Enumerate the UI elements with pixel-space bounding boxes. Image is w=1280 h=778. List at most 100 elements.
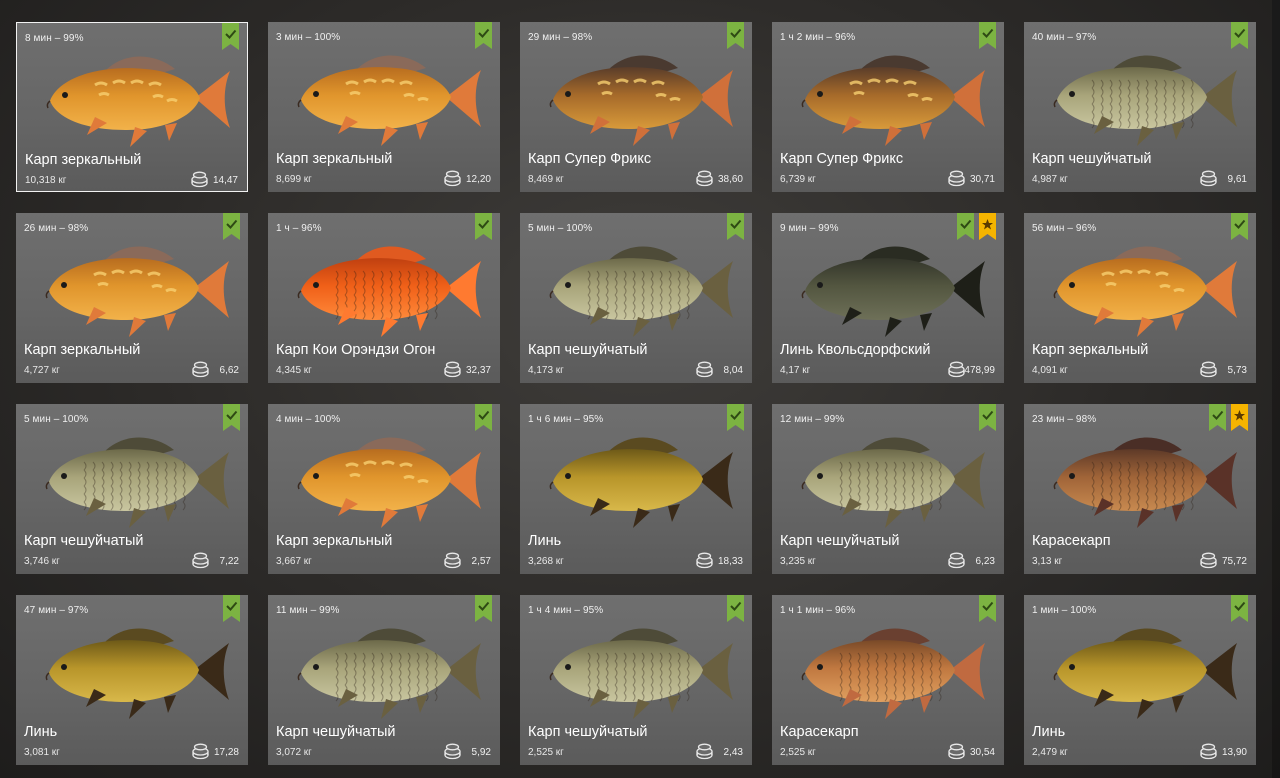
fish-image: [549, 628, 733, 719]
check-icon: [1231, 213, 1248, 240]
fish-name: Линь Квольсдорфский: [780, 342, 931, 358]
fish-price: 18,33: [717, 556, 743, 567]
check-icon: [475, 213, 492, 240]
catch-time-quality: 12 мин – 99%: [780, 414, 845, 425]
fish-price: 9,61: [1227, 174, 1247, 185]
fish-card[interactable]: 29 мин – 98% Карп Супер Фрикс 8,469 кг 3…: [520, 22, 752, 192]
fish-card[interactable]: 8 мин – 99% Карп зеркальный 10,318 кг 14…: [16, 22, 248, 192]
fish-image: [1053, 55, 1237, 146]
fish-card[interactable]: 1 ч 2 мин – 96% Карп Супер Фрикс 6,739 к…: [772, 22, 1004, 192]
fish-card[interactable]: 56 мин – 96% Карп зеркальный 4,091 кг 5,…: [1024, 213, 1256, 383]
coins-icon: [444, 743, 461, 760]
fish-weight: 10,318 кг: [25, 175, 67, 186]
catch-time-quality: 29 мин – 98%: [528, 32, 593, 43]
fish-name: Карп Кои Орэндзи Огон: [276, 342, 436, 358]
fish-image: [1053, 246, 1237, 337]
fish-name: Карп чешуйчатый: [1032, 151, 1152, 167]
coins-icon: [948, 361, 965, 378]
coins-icon: [696, 361, 713, 378]
fish-weight: 3,667 кг: [276, 556, 312, 567]
check-icon: [1231, 22, 1248, 49]
fish-card[interactable]: 5 мин – 100% Карп чешуйчатый 4,173 кг 8,…: [520, 213, 752, 383]
fish-price: 32,37: [465, 365, 491, 376]
fish-price: 2,57: [471, 556, 491, 567]
fish-card[interactable]: 5 мин – 100% Карп чешуйчатый 3,746 кг 7,…: [16, 404, 248, 574]
fish-card[interactable]: 23 мин – 98% Карасекарп 3,13 кг 75,72: [1024, 404, 1256, 574]
check-icon: [957, 213, 974, 240]
fish-price: 75,72: [1221, 556, 1247, 567]
coins-icon: [192, 361, 209, 378]
fish-price: 478,99: [964, 365, 995, 376]
fish-weight: 3,746 кг: [24, 556, 60, 567]
fish-image: [549, 55, 733, 146]
catch-time-quality: 5 мин – 100%: [528, 223, 593, 234]
fish-card[interactable]: 11 мин – 99% Карп чешуйчатый 3,072 кг 5,…: [268, 595, 500, 765]
check-icon: [223, 213, 240, 240]
fish-image: [801, 55, 985, 146]
fish-image: [801, 628, 985, 719]
scrollbar-thumb[interactable]: [1272, 0, 1280, 200]
fish-card[interactable]: 1 ч 4 мин – 95% Карп чешуйчатый 2,525 кг…: [520, 595, 752, 765]
fish-price: 5,92: [471, 747, 491, 758]
catch-time-quality: 5 мин – 100%: [24, 414, 89, 425]
fish-image: [297, 55, 481, 146]
fish-card[interactable]: 12 мин – 99% Карп чешуйчатый 3,235 кг 6,…: [772, 404, 1004, 574]
fish-name: Линь: [1032, 724, 1066, 740]
coins-icon: [192, 552, 209, 569]
fish-image: [549, 246, 733, 337]
fish-name: Карп зеркальный: [1032, 342, 1149, 358]
fish-card[interactable]: 1 ч – 96% Карп Кои Орэндзи Огон 4,345 кг…: [268, 213, 500, 383]
fish-card[interactable]: 1 ч 6 мин – 95% Линь 3,268 кг 18,33: [520, 404, 752, 574]
coins-icon: [192, 743, 209, 760]
fish-price: 12,20: [465, 174, 491, 185]
check-icon: [1231, 595, 1248, 622]
catch-time-quality: 3 мин – 100%: [276, 32, 341, 43]
check-icon: [979, 22, 996, 49]
check-icon: [475, 404, 492, 431]
coins-icon: [948, 552, 965, 569]
check-icon: [727, 213, 744, 240]
fish-card[interactable]: 47 мин – 97% Линь 3,081 кг 17,28: [16, 595, 248, 765]
fish-weight: 8,469 кг: [528, 174, 564, 185]
check-icon: [223, 404, 240, 431]
catch-time-quality: 4 мин – 100%: [276, 414, 341, 425]
coins-icon: [1200, 743, 1217, 760]
fish-card[interactable]: 1 ч 1 мин – 96% Карасекарп 2,525 кг 30,5…: [772, 595, 1004, 765]
scrollbar[interactable]: [1272, 0, 1280, 778]
coins-icon: [696, 170, 713, 187]
fish-card[interactable]: 9 мин – 99% Линь Квольсдорфский 4,17 кг …: [772, 213, 1004, 383]
fish-price: 6,62: [219, 365, 239, 376]
star-icon: [979, 213, 996, 240]
fish-price: 38,60: [717, 174, 743, 185]
fish-weight: 3,268 кг: [528, 556, 564, 567]
fish-weight: 2,525 кг: [780, 747, 816, 758]
coins-icon: [696, 743, 713, 760]
coins-icon: [444, 361, 461, 378]
catch-time-quality: 1 ч – 96%: [276, 223, 322, 234]
fish-price: 13,90: [1221, 747, 1247, 758]
fish-price: 8,04: [723, 365, 743, 376]
fish-weight: 8,699 кг: [276, 174, 312, 185]
catch-time-quality: 8 мин – 99%: [25, 33, 84, 44]
check-icon: [475, 22, 492, 49]
fish-card[interactable]: 40 мин – 97% Карп чешуйчатый 4,987 кг 9,…: [1024, 22, 1256, 192]
catch-time-quality: 1 ч 6 мин – 95%: [528, 414, 604, 425]
fish-image: [1053, 628, 1237, 719]
check-icon: [727, 22, 744, 49]
fish-name: Карп зеркальный: [24, 342, 141, 358]
fish-card[interactable]: 1 мин – 100% Линь 2,479 кг 13,90: [1024, 595, 1256, 765]
check-icon: [727, 595, 744, 622]
fish-name: Линь: [24, 724, 58, 740]
catch-time-quality: 40 мин – 97%: [1032, 32, 1097, 43]
fish-price: 6,23: [975, 556, 995, 567]
fish-image: [297, 628, 481, 719]
fish-image: [45, 628, 229, 719]
catch-time-quality: 23 мин – 98%: [1032, 414, 1097, 425]
fish-card[interactable]: 3 мин – 100% Карп зеркальный 8,699 кг 12…: [268, 22, 500, 192]
fish-name: Карп чешуйчатый: [528, 724, 648, 740]
fish-card[interactable]: 26 мин – 98% Карп зеркальный 4,727 кг 6,…: [16, 213, 248, 383]
fish-weight: 4,987 кг: [1032, 174, 1068, 185]
catch-time-quality: 11 мин – 99%: [276, 605, 340, 616]
fish-card[interactable]: 4 мин – 100% Карп зеркальный 3,667 кг 2,…: [268, 404, 500, 574]
check-icon: [223, 595, 240, 622]
